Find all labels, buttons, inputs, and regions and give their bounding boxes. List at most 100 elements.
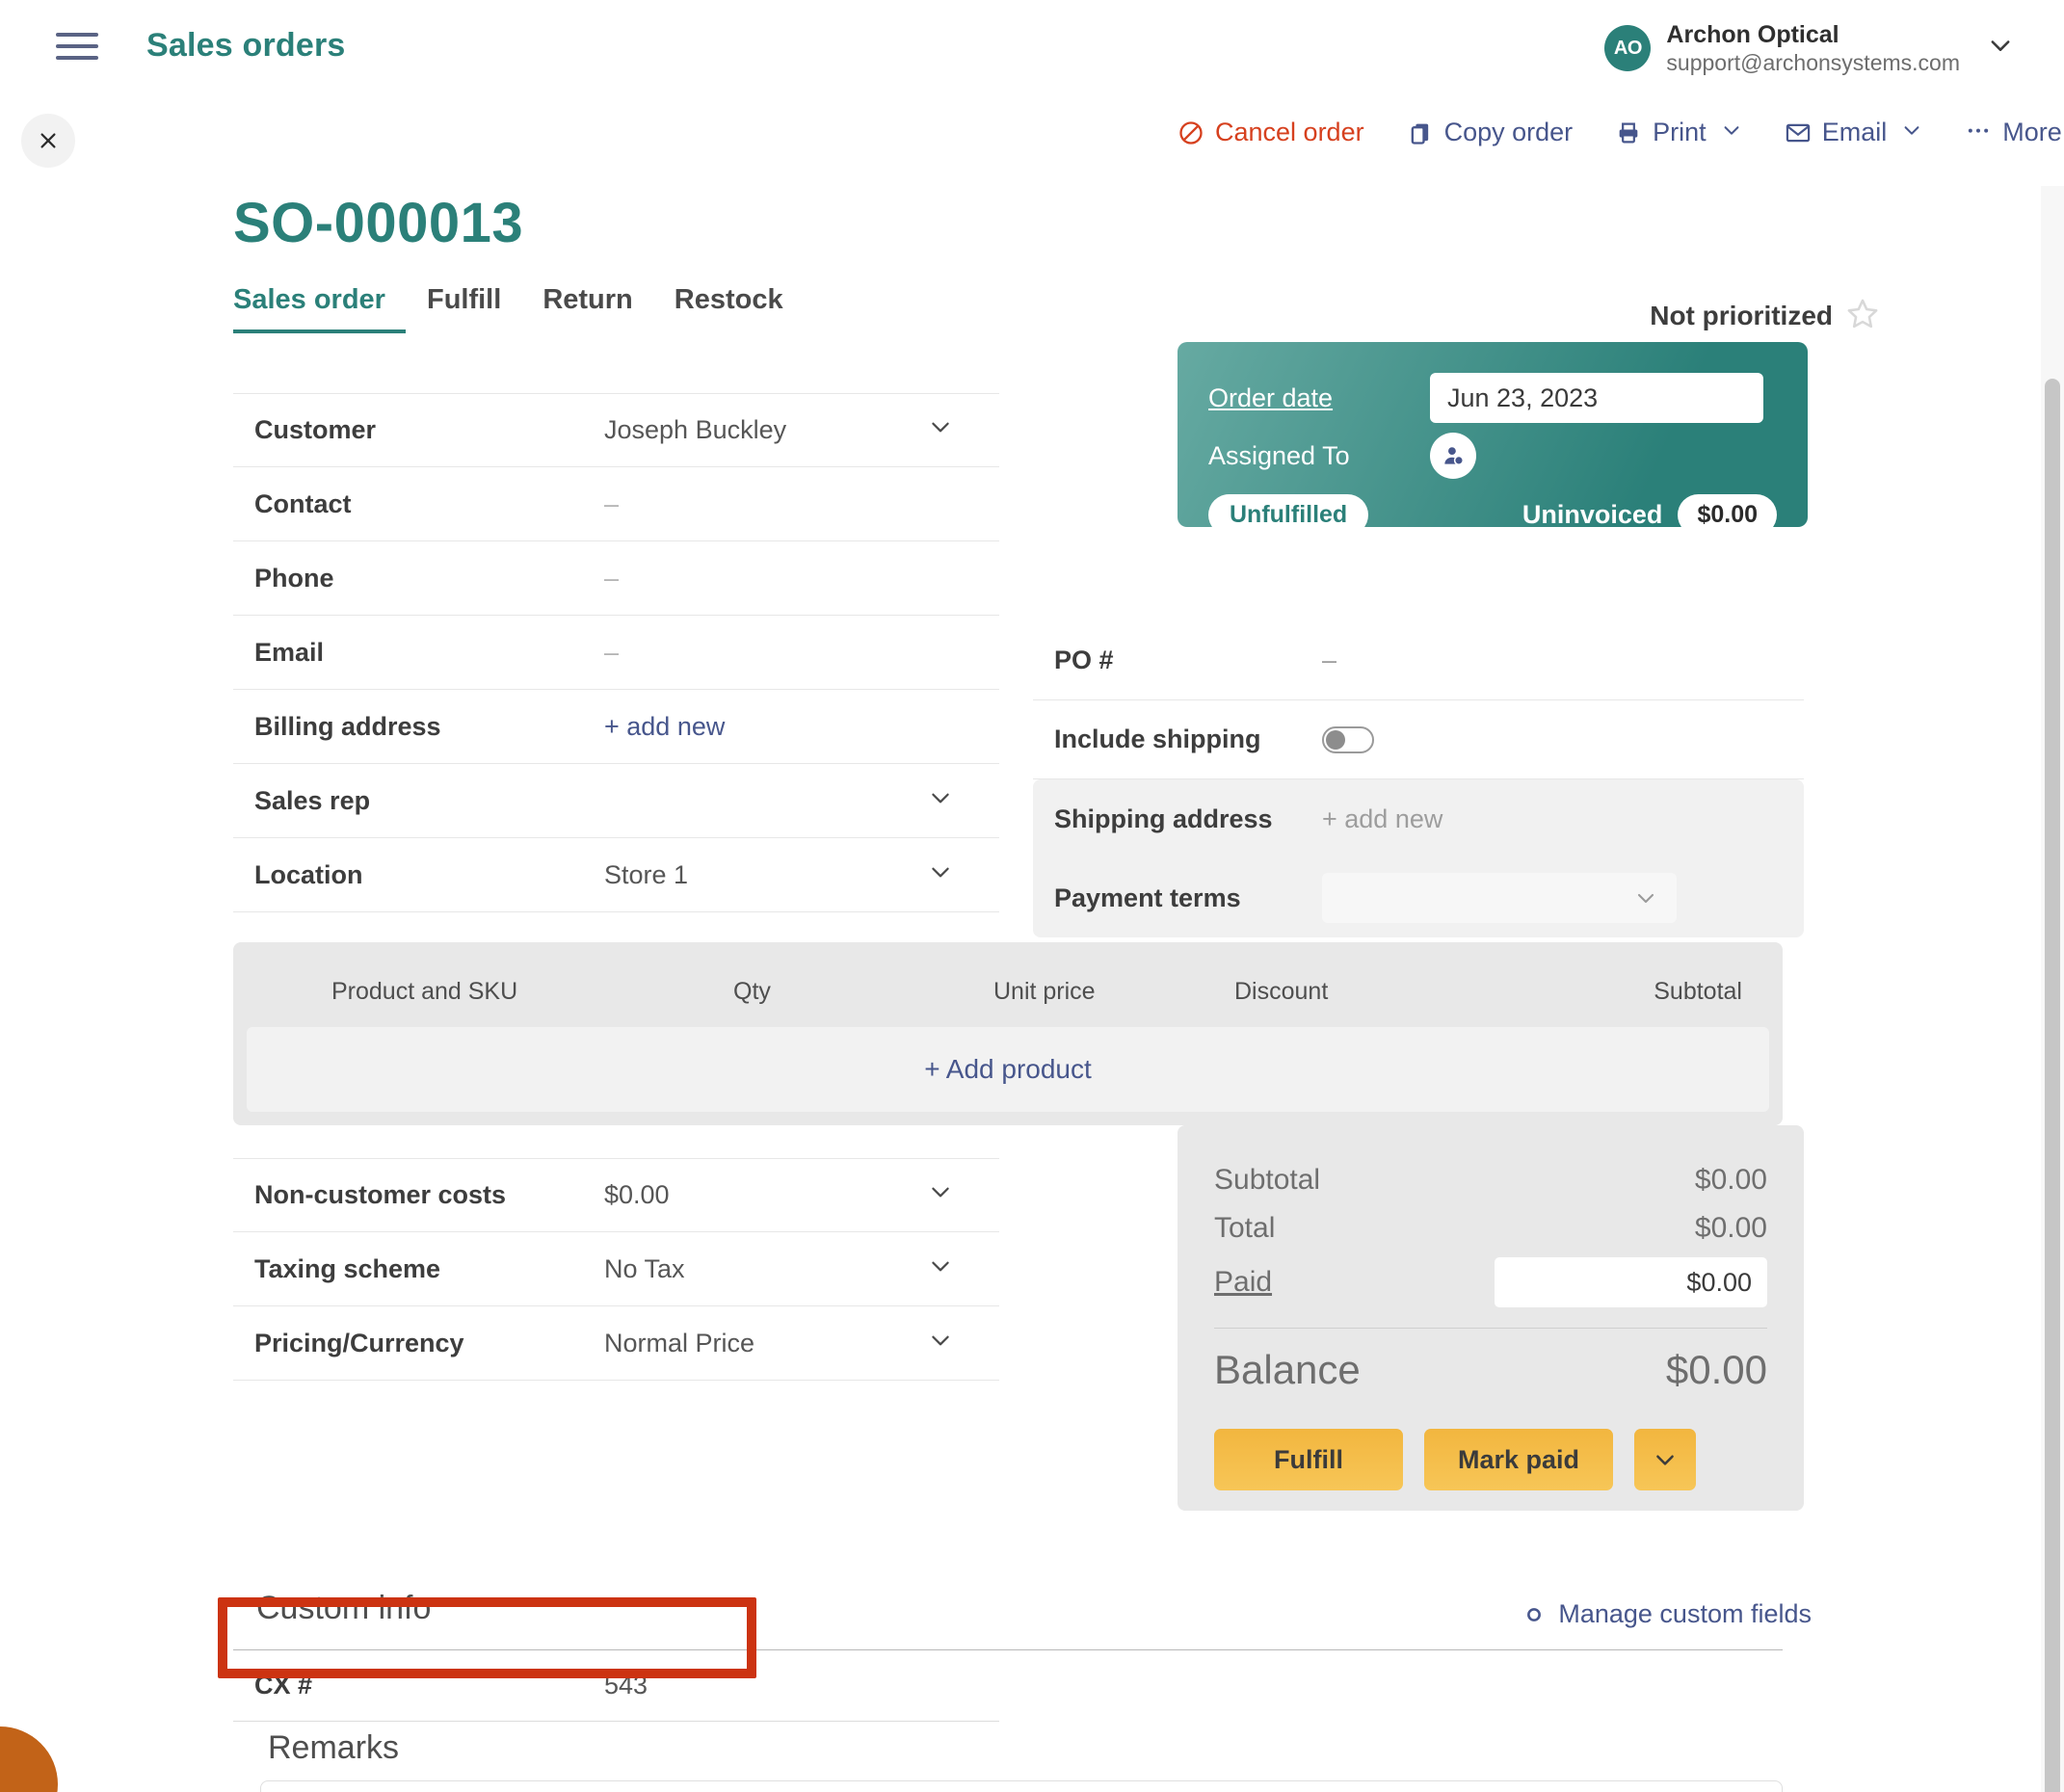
field-label: Payment terms xyxy=(1054,883,1241,912)
field-value: – xyxy=(604,637,620,667)
remarks-textarea[interactable] xyxy=(260,1780,1783,1792)
assign-user-button[interactable] xyxy=(1430,433,1476,479)
field-label: Contact xyxy=(254,488,352,518)
column-header-subtotal: Subtotal xyxy=(1654,977,1742,1005)
chevron-down-icon[interactable] xyxy=(928,1179,953,1211)
field-label: Sales rep xyxy=(254,785,371,815)
copy-order-label: Copy order xyxy=(1443,118,1574,146)
total-value: $0.00 xyxy=(1694,1212,1767,1244)
more-label: More xyxy=(2002,118,2062,146)
copy-order-button[interactable]: Copy order xyxy=(1386,118,1595,147)
fulfill-button[interactable]: Fulfill xyxy=(1214,1429,1403,1490)
chevron-down-icon xyxy=(1634,886,1657,909)
field-row-taxing-scheme[interactable]: Taxing scheme No Tax xyxy=(233,1232,999,1306)
chevron-down-icon[interactable] xyxy=(1901,119,1922,146)
include-shipping-toggle[interactable] xyxy=(1322,725,1374,753)
more-actions-dropdown-button[interactable] xyxy=(1634,1429,1696,1490)
chevron-down-icon[interactable] xyxy=(928,1253,953,1285)
close-panel-button[interactable] xyxy=(21,114,75,168)
tab-restock[interactable]: Restock xyxy=(675,284,804,333)
chevron-down-icon[interactable] xyxy=(928,1328,953,1359)
order-tabs: Sales order Fulfill Return Restock xyxy=(233,284,825,333)
table-header-row: Product and SKU Qty Unit price Discount … xyxy=(247,956,1769,1027)
user-add-icon xyxy=(1444,447,1465,465)
subtotal-value: $0.00 xyxy=(1694,1164,1767,1196)
chevron-down-icon[interactable] xyxy=(928,414,953,446)
assigned-to-label: Assigned To xyxy=(1208,440,1350,470)
account-menu[interactable]: AO Archon Optical support@archonsystems.… xyxy=(1604,21,2014,76)
field-row-billing-address[interactable]: Billing address + add new xyxy=(233,690,999,764)
balance-value: $0.00 xyxy=(1665,1347,1767,1392)
print-button[interactable]: Print xyxy=(1594,118,1763,147)
email-button[interactable]: Email xyxy=(1763,118,1945,147)
account-email: support@archonsystems.com xyxy=(1666,49,1960,75)
field-label: Billing address xyxy=(254,711,441,741)
chevron-down-icon[interactable] xyxy=(928,785,953,817)
field-label: Taxing scheme xyxy=(254,1253,441,1283)
total-row: Total $0.00 xyxy=(1214,1204,1767,1252)
field-value: – xyxy=(604,488,620,518)
field-row-non-customer-costs[interactable]: Non-customer costs $0.00 xyxy=(233,1158,999,1232)
field-row-location[interactable]: Location Store 1 xyxy=(233,838,999,912)
vertical-scrollbar-track[interactable] xyxy=(2041,186,2064,1792)
help-fab-button[interactable] xyxy=(0,1726,58,1792)
add-shipping-address-link[interactable]: + add new xyxy=(1322,804,1804,834)
custom-field-row-cx[interactable]: CX # 543 xyxy=(233,1650,999,1722)
priority-indicator[interactable]: Not prioritized xyxy=(1650,297,1879,334)
envelope-icon xyxy=(1785,119,1812,146)
field-row-contact[interactable]: Contact – xyxy=(233,467,999,541)
balance-label: Balance xyxy=(1214,1347,1361,1392)
field-row-shipping-address[interactable]: Shipping address + add new xyxy=(1033,779,1804,858)
order-date-input[interactable] xyxy=(1430,373,1763,423)
order-number: SO-000013 xyxy=(233,192,524,254)
column-header-qty: Qty xyxy=(733,977,771,1005)
field-row-po-number[interactable]: PO # – xyxy=(1033,621,1804,700)
avatar: AO xyxy=(1604,25,1652,72)
add-billing-address-link[interactable]: + add new xyxy=(604,712,999,742)
mark-paid-button[interactable]: Mark paid xyxy=(1424,1429,1613,1490)
totals-divider xyxy=(1214,1328,1767,1329)
chevron-down-icon[interactable] xyxy=(1987,32,2014,66)
field-label: Pricing/Currency xyxy=(254,1328,464,1357)
payment-terms-select[interactable] xyxy=(1322,873,1677,923)
subtotal-label: Subtotal xyxy=(1214,1164,1321,1196)
field-row-include-shipping[interactable]: Include shipping xyxy=(1033,700,1804,779)
custom-field-label: CX # xyxy=(254,1671,313,1700)
status-card-footer: Unfulfilled Uninvoiced $0.00 xyxy=(1208,494,1777,536)
star-outline-icon[interactable] xyxy=(1846,297,1879,334)
field-label: Phone xyxy=(254,563,334,593)
field-value: – xyxy=(604,563,620,593)
field-row-email[interactable]: Email – xyxy=(233,616,999,690)
field-label: Include shipping xyxy=(1054,725,1261,753)
more-actions-button[interactable]: More xyxy=(1944,118,2064,147)
paid-amount-input[interactable] xyxy=(1495,1257,1767,1307)
invoice-status-group: Uninvoiced $0.00 xyxy=(1522,494,1777,536)
field-row-payment-terms[interactable]: Payment terms xyxy=(1033,858,1804,937)
subtotal-row: Subtotal $0.00 xyxy=(1214,1156,1767,1204)
tab-fulfill[interactable]: Fulfill xyxy=(427,284,521,333)
printer-icon xyxy=(1615,119,1642,146)
field-label: Location xyxy=(254,859,363,889)
order-date-label[interactable]: Order date xyxy=(1208,383,1430,413)
hamburger-menu-icon[interactable] xyxy=(56,29,98,64)
cancel-order-button[interactable]: Cancel order xyxy=(1156,118,1386,147)
tab-sales-order[interactable]: Sales order xyxy=(233,284,406,333)
field-row-sales-rep[interactable]: Sales rep xyxy=(233,764,999,838)
tab-return[interactable]: Return xyxy=(542,284,652,333)
gear-icon xyxy=(1522,1602,1547,1627)
chevron-down-icon[interactable] xyxy=(1721,119,1742,146)
chevron-down-icon[interactable] xyxy=(928,859,953,891)
field-row-phone[interactable]: Phone – xyxy=(233,541,999,616)
pricing-options-form: Non-customer costs $0.00 Taxing scheme N… xyxy=(233,1158,999,1381)
field-row-customer[interactable]: Customer Joseph Buckley xyxy=(233,393,999,467)
field-row-pricing-currency[interactable]: Pricing/Currency Normal Price xyxy=(233,1306,999,1381)
field-label: Shipping address xyxy=(1054,804,1273,833)
hamburger-line xyxy=(56,56,98,60)
totals-action-buttons: Fulfill Mark paid xyxy=(1214,1429,1767,1490)
add-product-button[interactable]: + Add product xyxy=(247,1027,1769,1112)
vertical-scrollbar-thumb[interactable] xyxy=(2045,379,2060,1792)
manage-custom-fields-link[interactable]: Manage custom fields xyxy=(1522,1599,1812,1629)
total-label: Total xyxy=(1214,1212,1276,1244)
top-bar: Sales orders AO Archon Optical support@a… xyxy=(0,0,2064,96)
paid-label[interactable]: Paid xyxy=(1214,1266,1272,1299)
